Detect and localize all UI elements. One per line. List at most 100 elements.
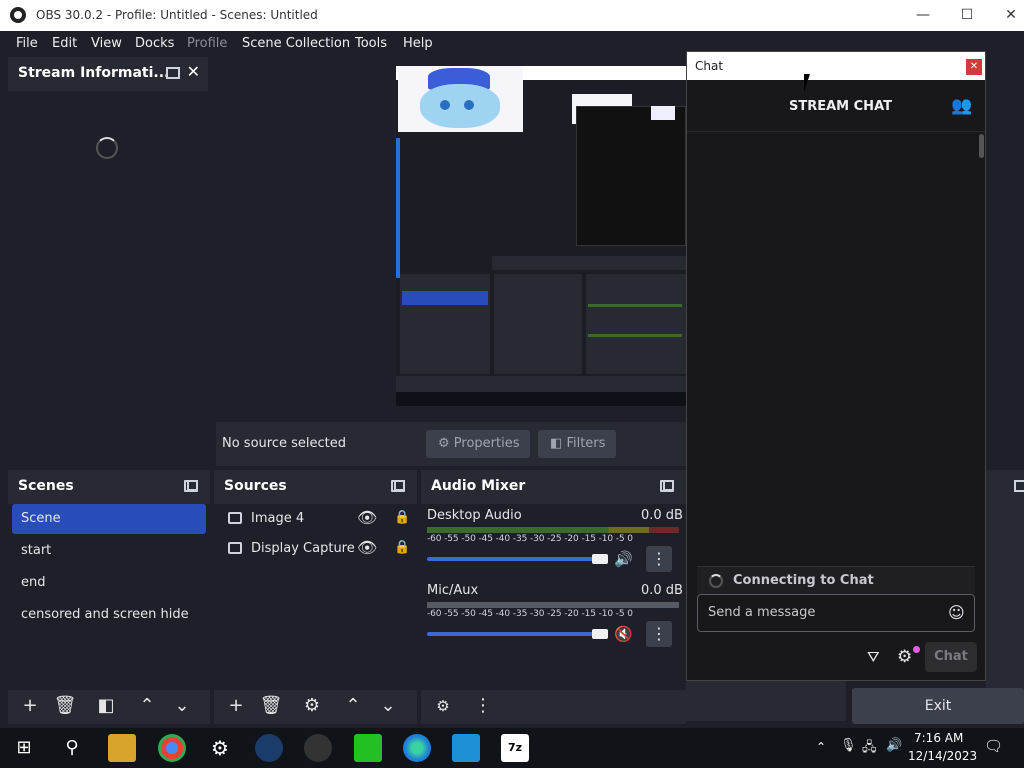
- chat-window-title: Chat: [695, 59, 724, 73]
- move-down-button[interactable]: ⌄: [376, 696, 400, 718]
- obs-logo-icon: [10, 7, 26, 23]
- chat-settings-icon[interactable]: ⚙: [897, 647, 912, 667]
- remove-scene-button[interactable]: 🗑: [53, 696, 77, 718]
- scene-item[interactable]: Scene: [12, 504, 206, 534]
- menu-docks[interactable]: Docks: [135, 36, 174, 51]
- emote-icon[interactable]: ☺: [948, 603, 965, 622]
- search-icon[interactable]: ⚲: [58, 734, 86, 762]
- volume-slider[interactable]: [427, 557, 607, 561]
- properties-button[interactable]: ⚙ Properties: [426, 430, 530, 458]
- users-icon[interactable]: 👥: [951, 96, 972, 116]
- clock-time[interactable]: 7:16 AM: [914, 731, 963, 745]
- lock-icon[interactable]: 🔒: [394, 510, 410, 525]
- scene-item[interactable]: censored and screen hide: [12, 600, 206, 630]
- source-label: Display Capture: [251, 541, 355, 556]
- meter-ticks: -60 -55 -50 -45 -40 -35 -30 -25 -20 -15 …: [427, 534, 633, 544]
- channel-name: Desktop Audio: [427, 508, 522, 523]
- minimize-button[interactable]: —: [910, 4, 936, 26]
- source-properties-button[interactable]: ⚙: [300, 696, 324, 718]
- undock-icon[interactable]: [166, 67, 180, 79]
- microphone-icon[interactable]: 🎙: [840, 738, 857, 753]
- visibility-eye-icon[interactable]: 👁: [357, 508, 377, 527]
- mouse-cursor-icon: [804, 74, 816, 92]
- volume-meter: [427, 602, 679, 608]
- source-item[interactable]: Display Capture 👁 🔒: [222, 534, 412, 564]
- menu-edit[interactable]: Edit: [52, 36, 77, 51]
- chat-scrollbar[interactable]: [979, 134, 984, 158]
- menu-view[interactable]: View: [91, 36, 122, 51]
- tray-chevron-icon[interactable]: ⌃: [816, 740, 826, 754]
- menu-file[interactable]: File: [16, 36, 38, 51]
- preview-canvas[interactable]: [396, 66, 686, 406]
- stream-chat-header: STREAM CHAT 👥: [687, 82, 985, 132]
- advanced-audio-button[interactable]: ⚙: [431, 696, 455, 718]
- exit-button[interactable]: Exit: [852, 688, 1024, 724]
- chat-input[interactable]: Send a message ☺: [697, 594, 975, 632]
- source-toolbar: No source selected ⚙ Properties ◧ Filter…: [216, 422, 686, 466]
- windows-start-icon[interactable]: ⊞: [10, 734, 38, 762]
- file-explorer-icon[interactable]: [108, 734, 136, 762]
- display-icon: [228, 542, 242, 554]
- properties-label: Properties: [453, 436, 520, 451]
- edge-icon[interactable]: [403, 734, 431, 762]
- undock-icon[interactable]: [660, 480, 674, 492]
- menu-help[interactable]: Help: [403, 36, 433, 51]
- clock-date[interactable]: 12/14/2023: [908, 749, 977, 763]
- move-up-button[interactable]: ⌃: [341, 696, 365, 718]
- source-item[interactable]: Image 4 👁 🔒: [222, 504, 412, 534]
- taskbar: ⊞ ⚲ ⚙ 7z ⌃ 🎙 🖧 🔊 7:16 AM 12/14/2023 🗨: [0, 728, 1024, 768]
- scene-item[interactable]: end: [12, 568, 206, 598]
- volume-slider[interactable]: [427, 632, 607, 636]
- filters-button[interactable]: ◧ Filters: [538, 430, 616, 458]
- undock-icon[interactable]: [391, 480, 405, 492]
- volume-icon[interactable]: 🔊: [886, 738, 902, 753]
- app-icon[interactable]: [452, 734, 480, 762]
- remove-source-button[interactable]: 🗑: [259, 696, 283, 718]
- menu-profile[interactable]: Profile: [187, 36, 227, 51]
- maximize-button[interactable]: ☐: [954, 4, 980, 26]
- lock-icon[interactable]: 🔒: [394, 540, 410, 555]
- sources-toolbar: + 🗑 ⚙ ⌃ ⌄: [214, 690, 417, 724]
- audio-mixer-header: Audio Mixer: [421, 470, 686, 504]
- settings-gear-icon[interactable]: ⚙: [206, 734, 234, 762]
- audio-toolbar: ⚙ ⋮: [421, 690, 686, 724]
- menu-tools[interactable]: Tools: [355, 36, 387, 51]
- visibility-eye-icon[interactable]: 👁: [357, 538, 377, 557]
- steam-icon[interactable]: [255, 734, 283, 762]
- channel-menu-button[interactable]: ⋮: [646, 621, 672, 647]
- chat-close-button[interactable]: ✕: [966, 59, 982, 75]
- scene-filters-button[interactable]: ◧: [94, 696, 118, 718]
- channel-db: 0.0 dB: [641, 583, 683, 598]
- scene-item[interactable]: start: [12, 536, 206, 566]
- speaker-muted-icon[interactable]: 🔇: [614, 625, 633, 643]
- obs-icon[interactable]: [304, 734, 332, 762]
- audio-menu-button[interactable]: ⋮: [471, 696, 495, 718]
- add-source-button[interactable]: +: [224, 696, 248, 718]
- move-up-button[interactable]: ⌃: [135, 696, 159, 718]
- controls-dock-edge: [986, 470, 1024, 724]
- speaker-icon[interactable]: 🔊: [614, 550, 633, 568]
- sources-dock: Sources Image 4 👁 🔒 Display Capture 👁 🔒 …: [214, 470, 417, 724]
- 7zip-icon[interactable]: 7z: [501, 734, 529, 762]
- channel-db: 0.0 dB: [641, 508, 683, 523]
- network-icon[interactable]: 🖧: [862, 738, 877, 760]
- audio-mixer-title: Audio Mixer: [431, 478, 526, 494]
- menu-scene-collection[interactable]: Scene Collection: [242, 36, 350, 51]
- volume-slider-handle[interactable]: [592, 554, 608, 564]
- close-icon[interactable]: ✕: [187, 62, 200, 81]
- move-down-button[interactable]: ⌄: [170, 696, 194, 718]
- chat-send-button[interactable]: Chat: [925, 642, 977, 672]
- undock-icon[interactable]: [184, 480, 198, 492]
- add-scene-button[interactable]: +: [18, 696, 42, 718]
- channel-menu-button[interactable]: ⋮: [646, 546, 672, 572]
- bits-icon[interactable]: ⛛: [867, 648, 880, 666]
- volume-slider-handle[interactable]: [592, 629, 608, 639]
- chrome-icon[interactable]: [158, 734, 186, 762]
- notification-icon[interactable]: 🗨: [984, 737, 1003, 755]
- channel-name: Mic/Aux: [427, 583, 479, 598]
- scenes-dock: Scenes Scene start end censored and scre…: [8, 470, 210, 724]
- gear-icon: ⚙: [438, 436, 450, 451]
- close-button[interactable]: ✕: [998, 4, 1024, 26]
- terminal-icon[interactable]: [354, 734, 382, 762]
- chat-status: Connecting to Chat: [697, 566, 975, 594]
